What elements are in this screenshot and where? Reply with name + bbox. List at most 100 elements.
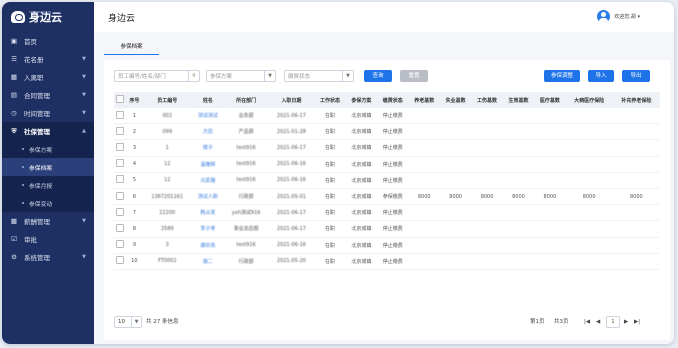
sidebar-item-5[interactable]: ⛨ 社保管理 ▲	[2, 122, 94, 140]
table-cell[interactable]: 方后	[192, 123, 224, 141]
table-cell[interactable]: 测试人职	[192, 188, 224, 206]
chevron-down-icon: ▼	[82, 74, 86, 80]
table-row[interactable]: 5 12 元凯雅 test916 2021-06-16 在职 北京城镇 停止缴费	[114, 172, 660, 189]
sidebar-subitem-3[interactable]: 参保变动	[2, 194, 94, 212]
row-checkbox-cell[interactable]	[114, 188, 127, 206]
user-name[interactable]: 欢迎您,胡 ▾	[614, 13, 640, 20]
table-cell: 2021-06-16	[268, 172, 315, 189]
sidebar-item-7[interactable]: ☑ 审批	[2, 230, 94, 248]
table-cell	[502, 123, 535, 141]
table-row[interactable]: 8 2589 李子考 事业总后部 2021-06-17 在职 北京城镇 停止缴费	[114, 220, 660, 238]
prev-page-icon[interactable]: ◀	[596, 316, 600, 328]
table-cell	[534, 123, 566, 141]
sidebar-item-0[interactable]: ▣ 首页	[2, 32, 94, 50]
row-checkbox[interactable]	[116, 159, 125, 168]
user-menu[interactable]: 欢迎您,胡 ▾	[597, 10, 640, 23]
table-row[interactable]: 4 12 温雅辉 test916 2021-06-16 在职 北京城镇 停止缴费	[114, 156, 660, 173]
sidebar-subitem-1[interactable]: 参保档案	[2, 158, 94, 176]
sidebar-item-2[interactable]: ▦ 入离职 ▼	[2, 68, 94, 86]
column-header: 失业基数	[439, 92, 472, 108]
row-checkbox[interactable]	[116, 110, 125, 119]
page-size-select[interactable]: 10 ▼	[114, 316, 142, 328]
adjust-insurance-button[interactable]: 参保调整	[544, 70, 580, 82]
table-row[interactable]: 10 FT0002 施二 行政部 2021-05-20 在职 北京城镇 停止缴费	[114, 253, 660, 270]
table-cell: 2021-01-28	[268, 123, 315, 141]
row-checkbox-cell[interactable]	[114, 253, 127, 270]
row-checkbox-cell[interactable]	[114, 139, 127, 157]
sidebar: 身边云 SHENBIANYUN ▣ 首页 ☰ 花名册 ▼ ▦ 入离职 ▼ ▤ 合同管理 ▼ ◷ 时间管理…	[2, 2, 94, 344]
sidebar-item-4[interactable]: ◷ 时间管理 ▼	[2, 104, 94, 122]
row-checkbox[interactable]	[116, 126, 125, 135]
next-page-icon[interactable]: ▶	[624, 316, 628, 328]
table-cell[interactable]: 元凯雅	[192, 172, 224, 189]
sidebar-item-label: 合同管理	[24, 92, 50, 100]
table-cell[interactable]: 韩占发	[192, 204, 224, 222]
table-cell: 099	[142, 123, 193, 141]
sidebar-item-3[interactable]: ▤ 合同管理 ▼	[2, 86, 94, 104]
column-header: 大病医疗保险	[565, 92, 613, 108]
import-button[interactable]: 导入	[588, 70, 614, 82]
employee-search-input[interactable]: 员工编号/姓名/部门 ⚲	[114, 70, 200, 82]
row-checkbox[interactable]	[116, 256, 125, 265]
plan-select[interactable]: 参保方案 ▼	[206, 70, 276, 82]
table-row[interactable]: 1 002 测试测试 业务部 2021-06-17 在职 北京城镇 停止缴费	[114, 108, 660, 125]
row-checkbox[interactable]	[116, 223, 125, 232]
page-number-input[interactable]: 1	[606, 316, 620, 328]
row-checkbox[interactable]	[116, 240, 125, 249]
row-checkbox[interactable]	[116, 175, 125, 184]
sidebar-subitem-0[interactable]: 参保方案	[2, 140, 94, 158]
select-all-checkbox-cell[interactable]	[114, 92, 127, 108]
clock-icon: ◷	[11, 109, 17, 117]
table-cell[interactable]: 温雅辉	[192, 156, 224, 173]
reset-button[interactable]: 重置	[400, 70, 428, 82]
search-icon[interactable]: ⚲	[188, 71, 199, 81]
last-page-icon[interactable]: ▶|	[634, 316, 640, 328]
row-checkbox-cell[interactable]	[114, 123, 127, 141]
transfer-icon: ▦	[10, 73, 18, 81]
table-row[interactable]: 9 3 康玖热 test916 2021-06-16 在职 北京城镇 停止缴费	[114, 237, 660, 254]
table-row[interactable]: 7 22200 韩占发 yxh测试916 2021-06-17 在职 北京城镇 停止缴费	[114, 204, 660, 222]
row-checkbox-cell[interactable]	[114, 204, 127, 222]
total-count: 共 27 条信息	[146, 319, 179, 325]
row-checkbox[interactable]	[116, 191, 125, 200]
filter-bar: 员工编号/姓名/部门 ⚲ 参保方案 ▼ 缴费状态 ▼ 查询 重置 参保调整 导入…	[104, 70, 670, 84]
bullet-icon	[22, 148, 24, 150]
table-cell[interactable]: 测试测试	[192, 108, 224, 125]
sidebar-item-1[interactable]: ☰ 花名册 ▼	[2, 50, 94, 68]
table-row[interactable]: 6 1367201161 测试人职 行政部 2021-05-01 在职 北京城镇 参保缴费 80…	[114, 188, 660, 206]
plan-select-placeholder: 参保方案	[210, 74, 233, 80]
table-cell	[565, 108, 613, 125]
avatar[interactable]	[597, 10, 611, 23]
status-select[interactable]: 缴费状态 ▼	[284, 70, 354, 82]
table-cell[interactable]: 康玖热	[192, 237, 224, 254]
row-checkbox[interactable]	[116, 207, 125, 216]
export-button[interactable]: 导出	[622, 70, 650, 82]
table-cell[interactable]: 李子考	[192, 220, 224, 238]
page-size-value: 10	[118, 319, 125, 325]
table-cell: 8000	[439, 188, 472, 206]
sidebar-item-8[interactable]: ⚙ 系统管理 ▼	[2, 248, 94, 266]
table-cell: 业务部	[223, 108, 269, 125]
table-cell[interactable]: 施二	[192, 253, 224, 270]
table-row[interactable]: 3 1 楼子 test916 2021-06-17 在职 北京城镇 停止缴费	[114, 139, 660, 157]
row-checkbox-cell[interactable]	[114, 172, 127, 189]
tab-insurance-archive[interactable]: 参保档案	[104, 40, 159, 55]
table-cell: 北京城镇	[345, 220, 378, 238]
table-cell	[502, 220, 535, 238]
table-cell	[471, 156, 503, 173]
table-cell: 在职	[314, 139, 346, 157]
row-checkbox-cell[interactable]	[114, 237, 127, 254]
select-all-checkbox[interactable]	[116, 95, 125, 103]
row-checkbox-cell[interactable]	[114, 156, 127, 173]
bullet-icon	[22, 184, 24, 186]
sidebar-item-6[interactable]: ▩ 薪酬管理 ▼	[2, 212, 94, 230]
table-cell[interactable]: 楼子	[192, 139, 224, 157]
row-checkbox-cell[interactable]	[114, 220, 127, 238]
sidebar-subitem-2[interactable]: 参保月报	[2, 176, 94, 194]
row-checkbox[interactable]	[116, 142, 125, 151]
table-row[interactable]: 2 099 方后 产品部 2021-01-28 在职 北京城镇 停止缴费	[114, 123, 660, 141]
row-checkbox-cell[interactable]	[114, 108, 127, 125]
first-page-icon[interactable]: |◀	[584, 316, 590, 328]
search-button[interactable]: 查询	[364, 70, 392, 82]
contract-icon: ▤	[10, 91, 18, 99]
